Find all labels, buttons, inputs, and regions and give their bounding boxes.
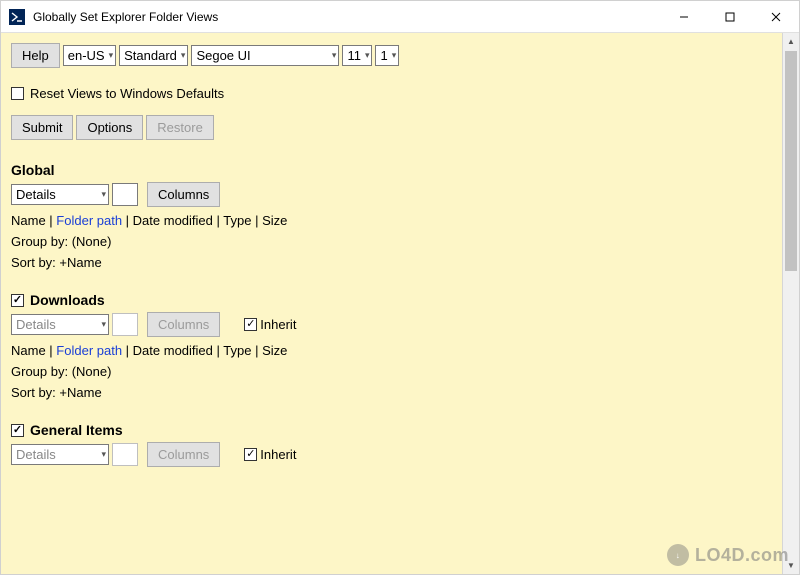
global-controls: Details ▾ Columns bbox=[11, 182, 772, 207]
global-sort-by: Sort by: +Name bbox=[11, 255, 772, 270]
general-items-view-select[interactable]: Details ▾ bbox=[11, 444, 109, 465]
help-button[interactable]: Help bbox=[11, 43, 60, 68]
global-aux-box[interactable] bbox=[112, 183, 138, 206]
font-value: Segoe UI bbox=[196, 48, 250, 63]
global-view-select[interactable]: Details ▾ bbox=[11, 184, 109, 205]
submit-button[interactable]: Submit bbox=[11, 115, 73, 140]
app-icon bbox=[9, 9, 25, 25]
col-type: Type bbox=[223, 343, 251, 358]
downloads-aux-box[interactable] bbox=[112, 313, 138, 336]
general-items-heading: ✓ General Items bbox=[11, 422, 772, 438]
general-items-aux-box[interactable] bbox=[112, 443, 138, 466]
col-size: Size bbox=[262, 213, 287, 228]
scale-select[interactable]: 1 ▾ bbox=[375, 45, 399, 66]
window-titlebar: Globally Set Explorer Folder Views bbox=[1, 1, 799, 33]
reset-row: Reset Views to Windows Defaults bbox=[11, 86, 772, 101]
toolbar-row: Help en-US ▾ Standard ▾ Segoe UI ▾ 11 ▾ … bbox=[11, 43, 772, 68]
global-columns-button[interactable]: Columns bbox=[147, 182, 220, 207]
chevron-down-icon: ▾ bbox=[392, 50, 397, 61]
actions-row: Submit Options Restore bbox=[11, 115, 772, 140]
locale-value: en-US bbox=[68, 48, 105, 63]
maximize-button[interactable] bbox=[707, 1, 753, 33]
general-items-controls: Details ▾ Columns ✓ Inherit bbox=[11, 442, 772, 467]
col-type: Type bbox=[223, 213, 251, 228]
locale-select[interactable]: en-US ▾ bbox=[63, 45, 116, 66]
reset-label: Reset Views to Windows Defaults bbox=[30, 86, 224, 101]
chevron-down-icon: ▾ bbox=[181, 50, 186, 61]
main-content: Help en-US ▾ Standard ▾ Segoe UI ▾ 11 ▾ … bbox=[1, 33, 782, 574]
scrollbar-down-arrow-icon[interactable]: ▼ bbox=[783, 557, 799, 574]
close-button[interactable] bbox=[753, 1, 799, 33]
general-items-inherit-label: Inherit bbox=[260, 447, 296, 462]
minimize-button[interactable] bbox=[661, 1, 707, 33]
theme-select[interactable]: Standard ▾ bbox=[119, 45, 188, 66]
col-size: Size bbox=[262, 343, 287, 358]
global-view-value: Details bbox=[16, 187, 56, 202]
col-date-modified: Date modified bbox=[133, 343, 213, 358]
chevron-down-icon: ▾ bbox=[109, 50, 114, 61]
font-select[interactable]: Segoe UI ▾ bbox=[191, 45, 339, 66]
downloads-view-value: Details bbox=[16, 317, 56, 332]
general-items-view-value: Details bbox=[16, 447, 56, 462]
general-items-inherit-checkbox[interactable]: ✓ bbox=[244, 448, 257, 461]
col-date-modified: Date modified bbox=[133, 213, 213, 228]
global-columns-line: Name | Folder path | Date modified | Typ… bbox=[11, 213, 772, 228]
scrollbar-thumb[interactable] bbox=[785, 51, 797, 271]
global-heading: Global bbox=[11, 162, 772, 178]
downloads-group-by: Group by: (None) bbox=[11, 364, 772, 379]
col-folder-path[interactable]: Folder path bbox=[56, 213, 122, 228]
global-group-by: Group by: (None) bbox=[11, 234, 772, 249]
chevron-down-icon: ▾ bbox=[365, 50, 370, 61]
col-folder-path[interactable]: Folder path bbox=[56, 343, 122, 358]
downloads-inherit-label: Inherit bbox=[260, 317, 296, 332]
theme-value: Standard bbox=[124, 48, 177, 63]
downloads-columns-line: Name | Folder path | Date modified | Typ… bbox=[11, 343, 772, 358]
downloads-controls: Details ▾ Columns ✓ Inherit bbox=[11, 312, 772, 337]
restore-button[interactable]: Restore bbox=[146, 115, 214, 140]
font-size-select[interactable]: 11 ▾ bbox=[342, 45, 372, 66]
col-name: Name bbox=[11, 213, 46, 228]
downloads-inherit-checkbox[interactable]: ✓ bbox=[244, 318, 257, 331]
options-button[interactable]: Options bbox=[76, 115, 143, 140]
general-items-title: General Items bbox=[30, 422, 123, 438]
general-items-checkbox[interactable]: ✓ bbox=[11, 424, 24, 437]
downloads-title: Downloads bbox=[30, 292, 105, 308]
downloads-checkbox[interactable]: ✓ bbox=[11, 294, 24, 307]
chevron-down-icon: ▾ bbox=[101, 449, 106, 460]
downloads-sort-by: Sort by: +Name bbox=[11, 385, 772, 400]
font-size-value: 11 bbox=[347, 48, 361, 63]
vertical-scrollbar[interactable]: ▲ ▼ bbox=[782, 33, 799, 574]
downloads-view-select[interactable]: Details ▾ bbox=[11, 314, 109, 335]
downloads-heading: ✓ Downloads bbox=[11, 292, 772, 308]
chevron-down-icon: ▾ bbox=[101, 319, 106, 330]
col-name: Name bbox=[11, 343, 46, 358]
chevron-down-icon: ▾ bbox=[101, 189, 106, 200]
window-title: Globally Set Explorer Folder Views bbox=[33, 10, 218, 24]
general-items-columns-button[interactable]: Columns bbox=[147, 442, 220, 467]
scrollbar-up-arrow-icon[interactable]: ▲ bbox=[783, 33, 799, 50]
downloads-columns-button[interactable]: Columns bbox=[147, 312, 220, 337]
scale-value: 1 bbox=[380, 48, 387, 63]
global-title: Global bbox=[11, 162, 55, 178]
reset-checkbox[interactable] bbox=[11, 87, 24, 100]
chevron-down-icon: ▾ bbox=[332, 50, 337, 61]
